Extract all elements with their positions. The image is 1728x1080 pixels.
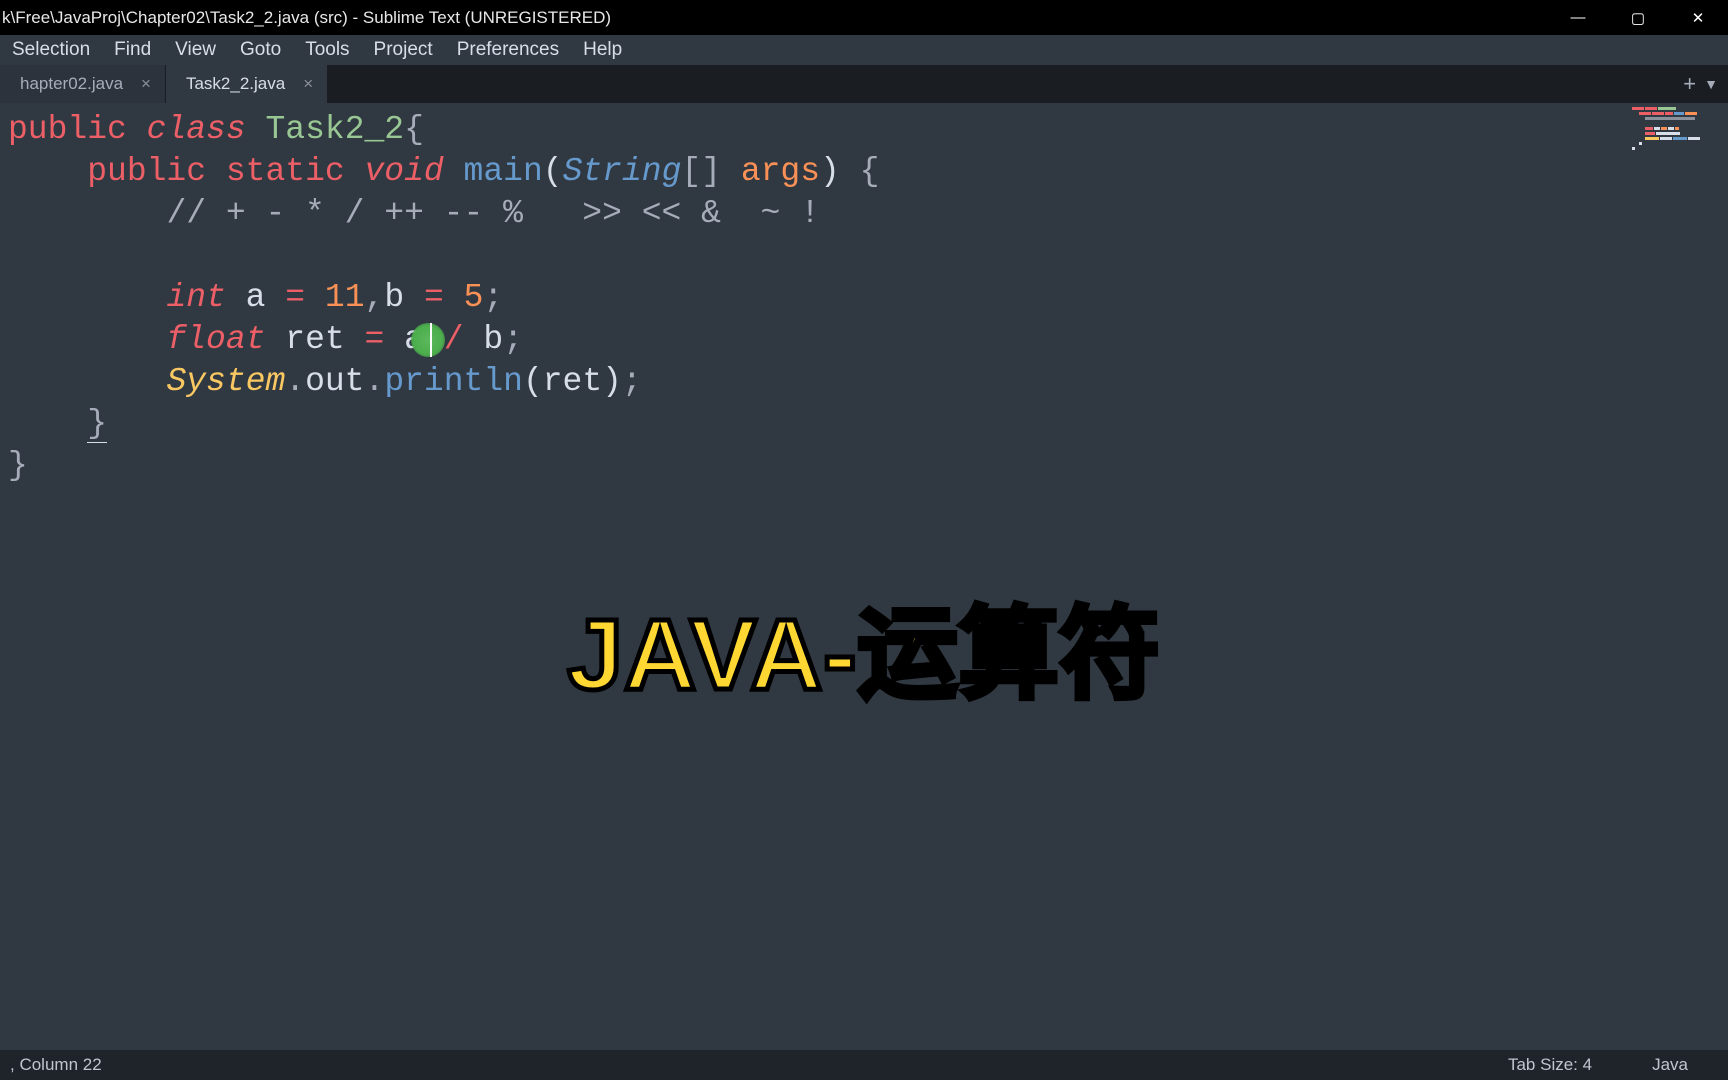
overlay-caption: JAVA-运算符: [567, 573, 1160, 718]
menu-preferences[interactable]: Preferences: [445, 36, 571, 64]
status-tabsize[interactable]: Tab Size: 4: [1508, 1055, 1592, 1075]
code-line: int a = 11,b = 5;: [8, 277, 1688, 319]
close-button[interactable]: ✕: [1668, 0, 1728, 35]
tab-task2-2[interactable]: Task2_2.java ×: [166, 65, 328, 103]
code-line: float ret = a / b;: [8, 319, 1688, 361]
minimap[interactable]: [1632, 107, 1722, 207]
code-line: System.out.println(ret);: [8, 361, 1688, 403]
tab-label: Task2_2.java: [186, 74, 285, 94]
menu-view[interactable]: View: [163, 36, 228, 64]
maximize-button[interactable]: ▢: [1608, 0, 1668, 35]
window-title: k\Free\JavaProj\Chapter02\Task2_2.java (…: [0, 8, 611, 28]
tabbar-actions: + ▼: [1683, 65, 1728, 103]
tab-close-icon[interactable]: ×: [303, 74, 313, 94]
text-cursor: [430, 323, 432, 357]
window-controls: — ▢ ✕: [1548, 0, 1728, 35]
code-line: [8, 235, 1688, 277]
status-language[interactable]: Java: [1652, 1055, 1688, 1075]
tab-label: hapter02.java: [20, 74, 123, 94]
menu-find[interactable]: Find: [102, 36, 163, 64]
tab-close-icon[interactable]: ×: [141, 74, 151, 94]
menu-tools[interactable]: Tools: [293, 36, 361, 64]
code-line: }: [8, 445, 1688, 487]
statusbar: , Column 22 Tab Size: 4 Java: [0, 1050, 1728, 1080]
titlebar: k\Free\JavaProj\Chapter02\Task2_2.java (…: [0, 0, 1728, 35]
code-line: }: [8, 403, 1688, 445]
minimize-button[interactable]: —: [1548, 0, 1608, 35]
tab-dropdown-icon[interactable]: ▼: [1704, 76, 1718, 92]
tabbar: hapter02.java × Task2_2.java × + ▼: [0, 65, 1728, 103]
menu-goto[interactable]: Goto: [228, 36, 293, 64]
menu-help[interactable]: Help: [571, 36, 634, 64]
cursor-indicator-icon: [411, 323, 445, 357]
new-tab-icon[interactable]: +: [1683, 71, 1696, 97]
code-line: public class Task2_2{: [8, 109, 1688, 151]
app-window: k\Free\JavaProj\Chapter02\Task2_2.java (…: [0, 0, 1728, 1080]
code-editor[interactable]: public class Task2_2{ public static void…: [8, 109, 1688, 487]
menu-selection[interactable]: Selection: [0, 36, 102, 64]
tab-chapter02[interactable]: hapter02.java ×: [0, 65, 166, 103]
code-line: // + - * / ++ -- % >> << & ~ !: [8, 193, 1688, 235]
menubar: Selection Find View Goto Tools Project P…: [0, 35, 1728, 65]
code-line: public static void main(String[] args) {: [8, 151, 1688, 193]
status-position[interactable]: , Column 22: [10, 1055, 1508, 1075]
editor-area[interactable]: public class Task2_2{ public static void…: [0, 103, 1728, 1050]
menu-project[interactable]: Project: [362, 36, 445, 64]
